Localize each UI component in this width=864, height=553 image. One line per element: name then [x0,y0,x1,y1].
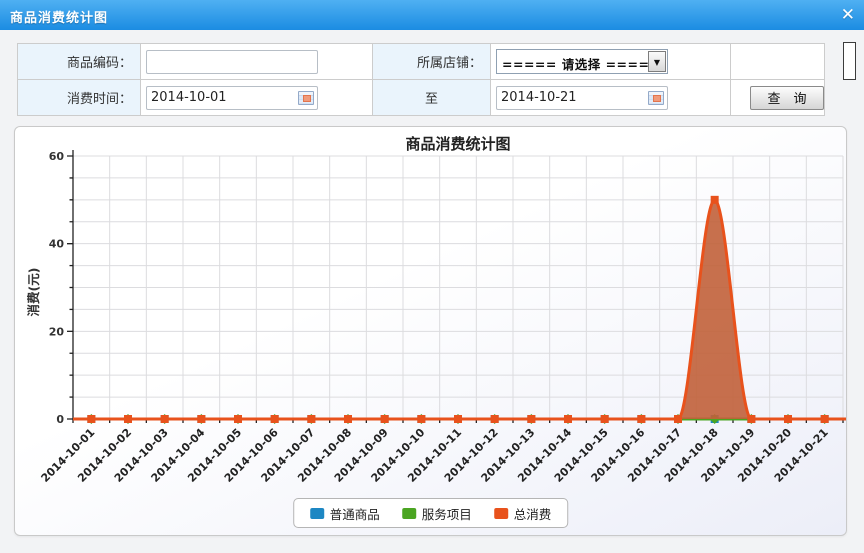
window-title: 商品消费统计图 [10,7,108,26]
legend-swatch [494,508,508,519]
to-label: 至 [373,80,491,116]
chevron-down-icon[interactable]: ▼ [648,51,666,72]
legend-item: 普通商品 [310,504,380,523]
svg-text:60: 60 [49,150,65,163]
product-code-label: 商品编码： [18,44,141,80]
chart-legend: 普通商品 服务项目 总消费 [293,498,569,528]
product-code-input[interactable] [146,50,318,74]
time-label: 消费时间： [18,80,141,116]
y-axis-labels: 0 20 40 60 [49,150,65,426]
x-axis-labels: 2014-10-012014-10-022014-10-032014-10-04… [38,426,830,485]
shop-select[interactable]: ===== 请选择 ===== ▼ [496,49,668,74]
search-button[interactable]: 查 询 [750,86,824,110]
chart-title: 商品消费统计图 [405,135,510,153]
legend-label: 普通商品 [330,504,380,523]
chart-panel: 商品消费统计图 消费(元) 0 20 40 60 2014-10-012014-10-0… [14,126,847,536]
calendar-icon[interactable] [298,91,314,105]
svg-text:0: 0 [56,413,64,426]
legend-swatch [310,508,324,519]
svg-text:40: 40 [49,238,65,251]
legend-label: 服务项目 [422,504,472,523]
consumption-chart: 商品消费统计图 消费(元) 0 20 40 60 2014-10-012014-10-0… [15,127,847,536]
scrollbar-thumb[interactable] [843,42,856,80]
window-titlebar: 商品消费统计图 ✕ [0,0,864,30]
search-form: 商品编码： 所属店铺： ===== 请选择 ===== ▼ 消费时间： 至 [17,43,825,116]
y-axis-title: 消费(元) [26,268,41,317]
date-from-input[interactable] [146,86,318,110]
svg-text:20: 20 [49,325,65,338]
calendar-icon[interactable] [648,91,664,105]
empty-cell [731,44,825,80]
legend-swatch [402,508,416,519]
legend-item: 服务项目 [402,504,472,523]
shop-select-value: ===== 请选择 ===== [502,54,660,73]
shop-label: 所属店铺： [373,44,491,80]
close-icon[interactable]: ✕ [841,4,855,26]
legend-label: 总消费 [514,504,552,523]
legend-item: 总消费 [494,504,552,523]
date-to-input[interactable] [496,86,668,110]
